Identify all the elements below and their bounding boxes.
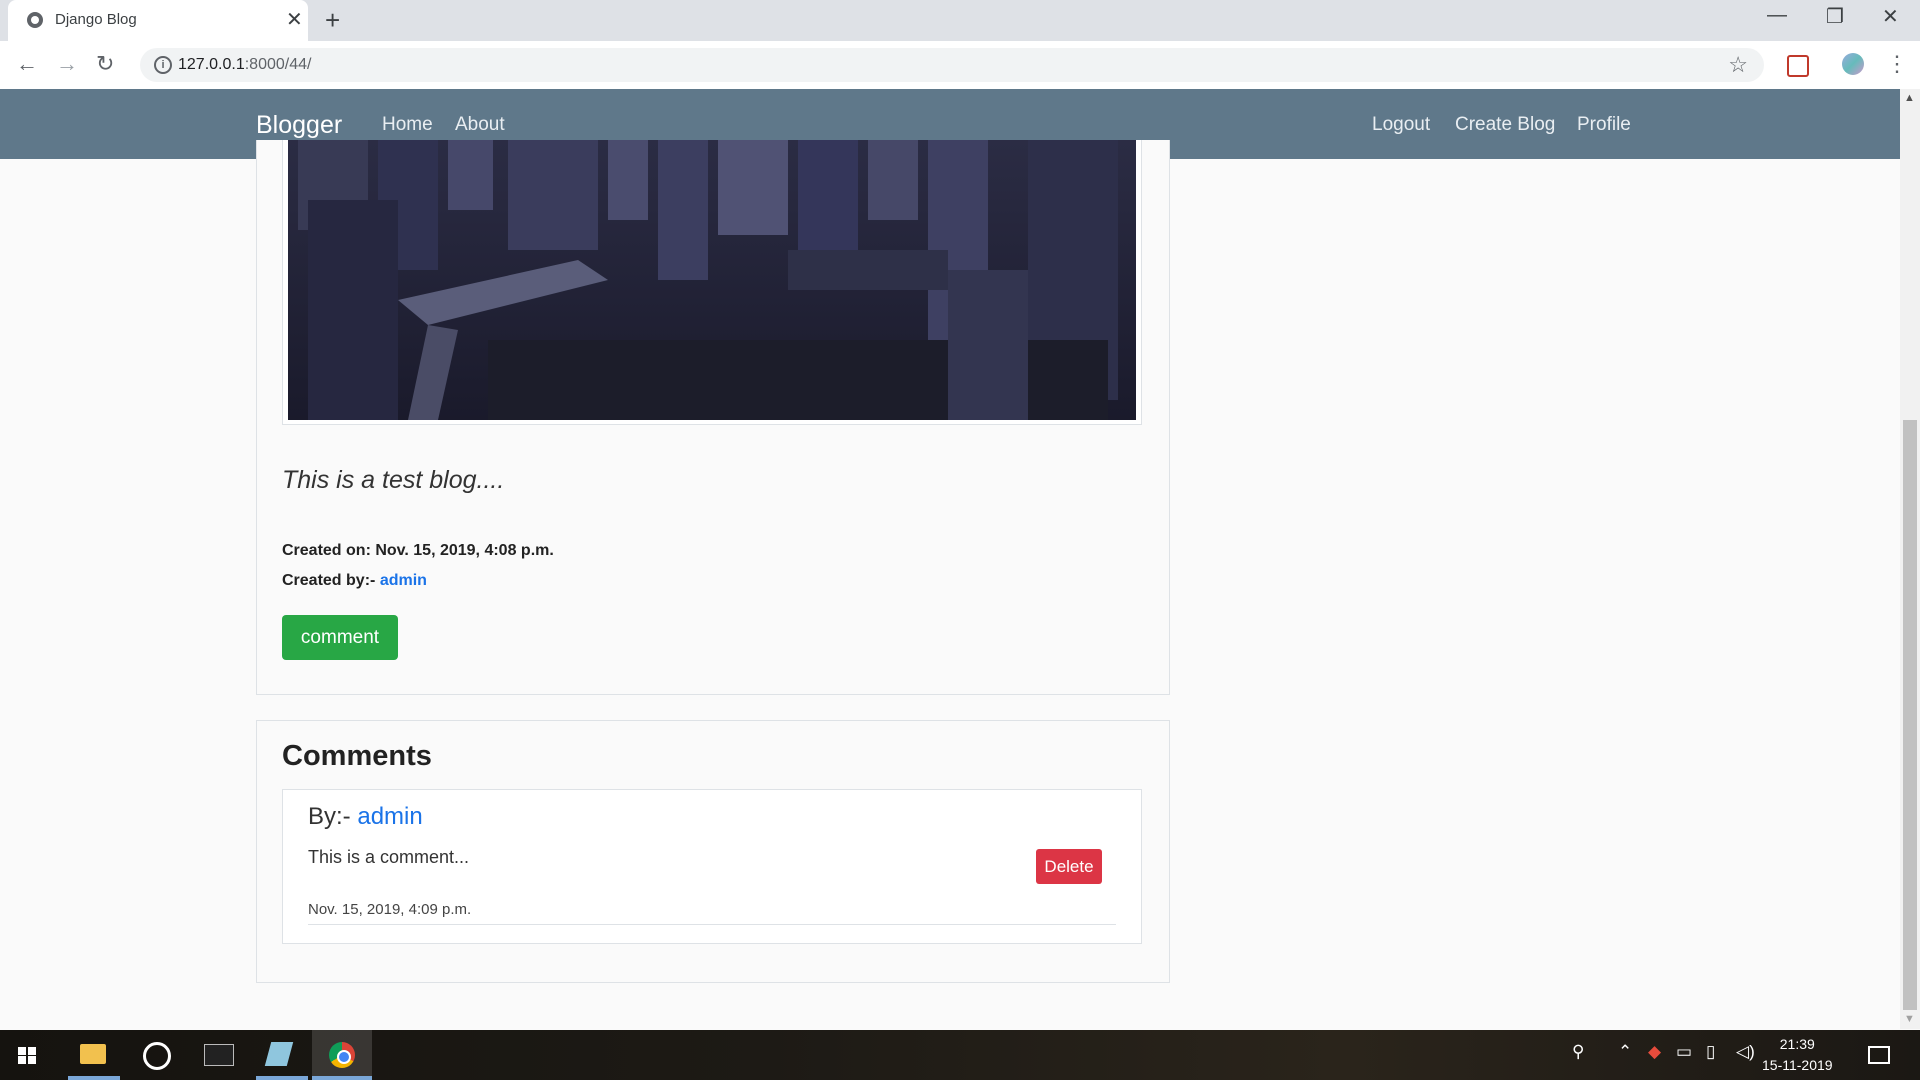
clock-time: 21:39 xyxy=(1779,1036,1815,1052)
scrollbar-thumb[interactable] xyxy=(1903,420,1917,1010)
info-icon[interactable]: i xyxy=(154,56,172,74)
close-tab-icon[interactable]: ✕ xyxy=(286,8,303,32)
comment-date: Nov. 15, 2019, 4:09 p.m. xyxy=(308,901,472,918)
windows-taskbar: ⚲ ⌃ ◆ ▭ ▯ ◁) 21:39 15-11-2019 xyxy=(0,1030,1920,1080)
browser-tab[interactable]: Django Blog ✕ xyxy=(8,0,308,41)
tab-title: Django Blog xyxy=(55,11,137,28)
comment-author: By:- admin xyxy=(308,803,423,831)
scroll-down-arrow-icon[interactable]: ▼ xyxy=(1904,1013,1915,1025)
volume-icon[interactable]: ◁) xyxy=(1736,1042,1755,1062)
comment-author-link[interactable]: admin xyxy=(357,803,422,830)
cortana-icon[interactable] xyxy=(143,1042,171,1070)
profile-avatar-icon[interactable] xyxy=(1842,53,1864,75)
nav-profile[interactable]: Profile xyxy=(1577,114,1631,136)
network-icon[interactable]: ▭ xyxy=(1676,1042,1692,1062)
notepad-active-indicator xyxy=(256,1076,308,1080)
comment-text: This is a comment... xyxy=(308,847,470,867)
back-icon[interactable]: ← xyxy=(16,51,38,77)
post-image xyxy=(288,140,1136,420)
close-window-icon[interactable]: ✕ xyxy=(1882,4,1899,29)
comment-divider xyxy=(308,924,1116,925)
post-created-by: Created by:- admin xyxy=(282,572,427,590)
clock-date: 15-11-2019 xyxy=(1762,1057,1833,1073)
post-author-link[interactable]: admin xyxy=(380,572,427,589)
chrome-active-indicator xyxy=(312,1076,372,1080)
file-explorer-icon[interactable] xyxy=(80,1044,106,1064)
pocket-extension-icon[interactable] xyxy=(1787,55,1809,77)
bookmark-star-icon[interactable]: ☆ xyxy=(1728,52,1748,78)
minimize-icon[interactable]: — xyxy=(1767,4,1787,27)
created-by-label: Created by:- xyxy=(282,572,376,589)
post-body: This is a test blog.... xyxy=(282,466,505,494)
action-center-icon[interactable] xyxy=(1868,1046,1890,1064)
chrome-icon-center xyxy=(337,1050,351,1064)
comment-by-label: By:- xyxy=(308,803,351,830)
nav-create-blog[interactable]: Create Blog xyxy=(1455,114,1555,136)
system-clock[interactable]: 21:39 15-11-2019 xyxy=(1762,1034,1833,1076)
antivirus-icon[interactable]: ◆ xyxy=(1648,1042,1661,1062)
restore-icon[interactable]: ❐ xyxy=(1826,4,1844,29)
post-created-on: Created on: Nov. 15, 2019, 4:08 p.m. xyxy=(282,542,554,559)
scroll-up-arrow-icon[interactable]: ▲ xyxy=(1904,92,1915,104)
address-bar[interactable]: i 127.0.0.1:8000/44/ ☆ xyxy=(140,48,1764,82)
file-explorer-active-indicator xyxy=(68,1076,120,1080)
post-image-frame xyxy=(282,140,1142,425)
notepad-icon[interactable] xyxy=(264,1042,294,1066)
brand-logo[interactable]: Blogger xyxy=(256,111,342,140)
delete-comment-button[interactable]: Delete xyxy=(1036,849,1102,884)
comment-button[interactable]: comment xyxy=(282,615,398,660)
browser-tab-strip: Django Blog ✕ + — ❐ ✕ xyxy=(0,0,1920,41)
comments-title: Comments xyxy=(282,740,432,772)
browser-toolbar: ← → ↻ i 127.0.0.1:8000/44/ ☆ ⋮ xyxy=(0,41,1920,90)
nav-about[interactable]: About xyxy=(455,114,505,136)
terminal-icon[interactable] xyxy=(204,1044,234,1066)
url-text: 127.0.0.1:8000/44/ xyxy=(178,56,312,73)
battery-icon[interactable]: ▯ xyxy=(1706,1042,1715,1062)
browser-menu-icon[interactable]: ⋮ xyxy=(1886,51,1908,77)
new-tab-icon[interactable]: + xyxy=(325,6,340,34)
reload-icon[interactable]: ↻ xyxy=(96,51,114,77)
globe-icon xyxy=(27,12,43,28)
nav-logout[interactable]: Logout xyxy=(1372,114,1430,136)
nav-home[interactable]: Home xyxy=(382,114,433,136)
windows-start-icon[interactable] xyxy=(18,1047,36,1064)
show-hidden-icons-icon[interactable]: ⌃ xyxy=(1618,1042,1632,1062)
forward-icon[interactable]: → xyxy=(56,51,78,77)
people-icon[interactable]: ⚲ xyxy=(1572,1042,1584,1062)
